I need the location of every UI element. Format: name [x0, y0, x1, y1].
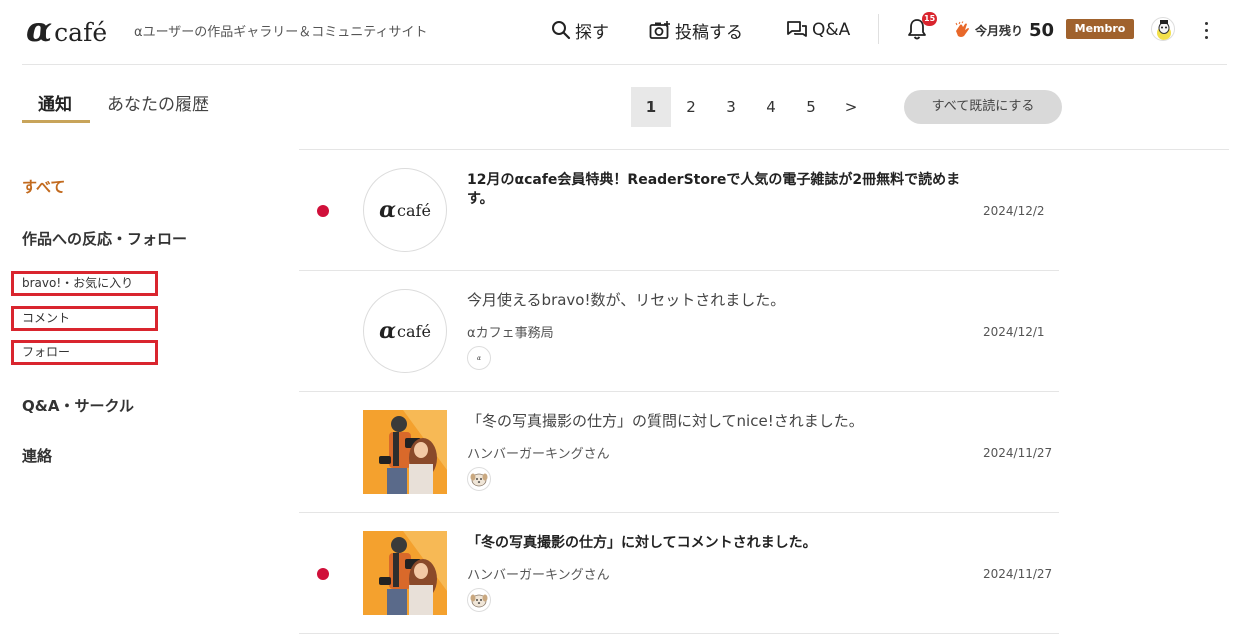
membro-badge[interactable]: Membro [1066, 19, 1134, 39]
notification-title: 「冬の写真撮影の仕方」の質問に対してnice!されました。 [467, 412, 864, 430]
page-next[interactable]: > [831, 87, 871, 127]
notification-date: 2024/11/27 [983, 446, 1053, 460]
sidebar-item-all[interactable]: すべて [22, 176, 65, 197]
logo-cafe: café [54, 18, 108, 47]
photographer-illustration [363, 410, 447, 494]
mark-all-read-button[interactable]: すべて既読にする [904, 90, 1062, 124]
sender-avatar-logo: α [476, 354, 482, 362]
more-menu-icon[interactable] [1198, 17, 1214, 43]
notification-item[interactable]: 「冬の写真撮影の仕方」の質問に対してnice!されました。 ハンバーガーキングさ… [299, 392, 1059, 513]
notification-title: 今月使えるbravo!数が、リセットされました。 [467, 291, 786, 309]
search-icon [552, 21, 571, 40]
notification-sender: αカフェ事務局 [467, 326, 554, 341]
remaining-label: 今月残り [975, 23, 1024, 38]
nav-divider [878, 14, 879, 44]
notification-item[interactable]: α café 今月使えるbravo!数が、リセットされました。 αカフェ事務局 α… [299, 271, 1059, 392]
sender-avatar[interactable]: α [467, 346, 491, 370]
thumb-logo-alpha: α [379, 197, 397, 223]
nav-search[interactable]: 探す [551, 17, 609, 43]
monthly-remaining: 今月残り 50 [953, 17, 1054, 43]
acafe-logo-thumbnail: α café [363, 289, 447, 373]
tab-notifications[interactable]: 通知 [38, 90, 72, 115]
unread-dot [317, 568, 329, 580]
notification-bell[interactable]: 15 [906, 12, 938, 43]
user-avatar-icon [1157, 20, 1171, 40]
clap-hands-icon [955, 21, 969, 37]
page-5[interactable]: 5 [791, 87, 831, 127]
nav-post[interactable]: 投稿する [649, 17, 743, 43]
sidebar-item-contact[interactable]: 連絡 [22, 445, 52, 466]
site-tagline: αユーザーの作品ギャラリー＆コミュニティサイト [134, 25, 428, 40]
notification-item[interactable]: α café 12月のαcafe会員特典！ReaderStoreで人気の電子雑誌が… [299, 150, 1059, 271]
user-avatar[interactable] [1151, 17, 1175, 41]
page-1[interactable]: 1 [631, 87, 671, 127]
nav-qa-label: Q&A [812, 20, 851, 40]
sender-avatar[interactable] [467, 467, 491, 491]
kebab-dot [1204, 28, 1208, 32]
notification-sender: ハンバーガーキングさん [467, 447, 610, 462]
thumb-logo-alpha: α [379, 318, 397, 344]
nav-search-label: 探す [575, 22, 609, 43]
tab-history[interactable]: あなたの履歴 [107, 90, 209, 115]
notification-title: 「冬の写真撮影の仕方」に対してコメントされました。 [467, 535, 817, 551]
sender-avatar[interactable] [467, 588, 491, 612]
unread-dot [317, 205, 329, 217]
chat-bubbles-icon [787, 21, 807, 37]
photographer-illustration-thumbnail [363, 410, 447, 494]
acafe-logo-thumbnail: α café [363, 168, 447, 252]
header-divider [22, 64, 1227, 65]
notification-sender: ハンバーガーキングさん [467, 568, 610, 583]
photographer-illustration [363, 531, 447, 615]
notification-date: 2024/12/1 [983, 325, 1045, 339]
dog-avatar-icon [470, 473, 488, 487]
sidebar-item-qa-circle[interactable]: Q&A・サークル [22, 395, 134, 416]
thumb-logo-cafe: café [397, 200, 431, 220]
site-logo[interactable]: α café [26, 10, 107, 50]
page-2[interactable]: 2 [671, 87, 711, 127]
camera-plus-icon [649, 21, 670, 39]
notification-title: 12月のαcafe会員特典！ReaderStoreで人気の電子雑誌が2冊無料で読… [467, 172, 961, 207]
remaining-count: 50 [1029, 19, 1055, 41]
active-tab-indicator [22, 120, 90, 123]
notification-count-badge: 15 [922, 12, 938, 26]
nav-post-label: 投稿する [675, 22, 743, 43]
sidebar-subitem-bravo-favorite[interactable]: bravo!・お気に入り [11, 271, 158, 296]
nav-qa[interactable]: Q&A [786, 17, 850, 43]
logo-alpha: α [26, 10, 53, 50]
page-4[interactable]: 4 [751, 87, 791, 127]
photographer-illustration-thumbnail [363, 531, 447, 615]
page-3[interactable]: 3 [711, 87, 751, 127]
thumb-logo-cafe: café [397, 321, 431, 341]
site-header: α café αユーザーの作品ギャラリー＆コミュニティサイト 探す 投稿する Q… [0, 0, 1239, 64]
sidebar-subitem-comment[interactable]: コメント [11, 306, 158, 331]
notification-date: 2024/12/2 [983, 204, 1045, 218]
notification-item[interactable]: 「冬の写真撮影の仕方」に対してコメントされました。 ハンバーガーキングさん 20… [299, 513, 1059, 634]
notification-date: 2024/11/27 [983, 567, 1053, 581]
dog-avatar-icon [470, 594, 488, 608]
kebab-dot [1204, 35, 1208, 39]
sidebar-subitem-follow[interactable]: フォロー [11, 340, 158, 365]
sidebar-item-reaction-follow[interactable]: 作品への反応・フォロー [22, 228, 187, 249]
kebab-dot [1204, 21, 1208, 25]
